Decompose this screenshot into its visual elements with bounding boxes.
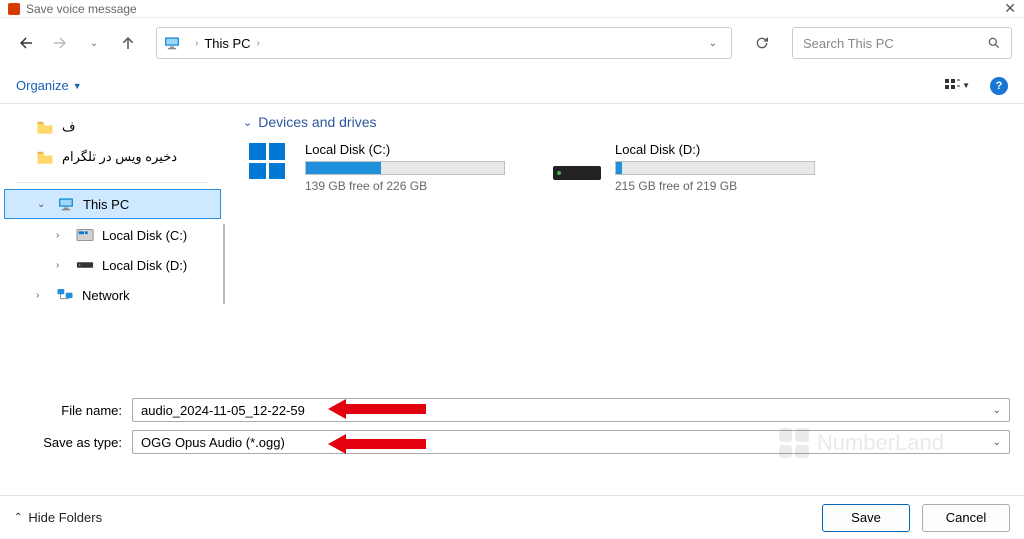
drive-free-text: 215 GB free of 219 GB [615, 179, 833, 193]
savetype-value: OGG Opus Audio (*.ogg) [141, 435, 285, 450]
hdd-drive-icon [553, 142, 601, 180]
savetype-select[interactable]: OGG Opus Audio (*.ogg) ⌄ [132, 430, 1010, 454]
save-button[interactable]: Save [822, 504, 910, 532]
drive-name: Local Disk (D:) [615, 142, 833, 157]
folder-item[interactable]: دخیره ویس در تلگرام [0, 142, 225, 172]
sidebar: ف دخیره ویس در تلگرام ⌄ This PC › Local … [0, 104, 225, 384]
recent-dropdown[interactable]: ⌄ [80, 29, 108, 57]
back-button[interactable] [12, 29, 40, 57]
chevron-right-icon[interactable]: › [251, 38, 266, 49]
sidebar-label: Local Disk (D:) [102, 258, 187, 273]
hide-folders-label: Hide Folders [28, 510, 102, 525]
forward-button[interactable] [46, 29, 74, 57]
drive-icon [76, 260, 94, 270]
sidebar-item-local-c[interactable]: › Local Disk (C:) [0, 220, 225, 250]
chevron-down-icon[interactable]: ⌄ [993, 437, 1001, 448]
section-title: Devices and drives [258, 114, 376, 130]
toolbar: Organize ▼ ▼ ? [0, 68, 1024, 104]
hide-folders-button[interactable]: ⌃ Hide Folders [14, 510, 102, 525]
folder-icon [36, 150, 54, 164]
filename-input[interactable]: ⌄ [132, 398, 1010, 422]
breadcrumb-this-pc[interactable]: This PC [204, 36, 250, 51]
search-box[interactable]: Search This PC [792, 27, 1012, 59]
divider [16, 182, 209, 183]
chevron-down-icon[interactable]: ⌄ [993, 405, 1001, 416]
chevron-right-icon[interactable]: › [36, 290, 48, 301]
organize-menu[interactable]: Organize ▼ [16, 78, 82, 93]
address-dropdown-icon[interactable]: ⌄ [701, 38, 725, 49]
chevron-down-icon[interactable]: ⌄ [37, 199, 49, 210]
folder-label: ف [62, 119, 75, 135]
window-title: Save voice message [26, 2, 137, 16]
monitor-icon [57, 197, 75, 211]
cancel-button[interactable]: Cancel [922, 504, 1010, 532]
up-button[interactable] [114, 29, 142, 57]
close-icon[interactable]: ✕ [1004, 0, 1016, 17]
drive-item-c[interactable]: Local Disk (C:) 139 GB free of 226 GB [243, 142, 523, 193]
chevron-down-icon: ▼ [73, 81, 82, 91]
sidebar-label: Network [82, 288, 130, 303]
folder-item[interactable]: ف [0, 112, 225, 142]
chevron-down-icon: ▼ [962, 81, 970, 90]
save-fields: File name: ⌄ Save as type: OGG Opus Audi… [0, 392, 1024, 462]
drive-free-text: 139 GB free of 226 GB [305, 179, 523, 193]
folder-icon [36, 120, 54, 134]
storage-bar [305, 161, 505, 175]
navbar: ⌄ › This PC › ⌄ Search This PC [0, 18, 1024, 68]
drive-item-d[interactable]: Local Disk (D:) 215 GB free of 219 GB [553, 142, 833, 193]
monitor-icon [163, 36, 181, 50]
sidebar-item-this-pc[interactable]: ⌄ This PC [4, 189, 221, 219]
storage-bar [615, 161, 815, 175]
chevron-down-icon[interactable]: ⌄ [243, 116, 252, 129]
chevron-up-icon: ⌃ [14, 512, 22, 523]
filename-label: File name: [14, 403, 132, 418]
chevron-right-icon[interactable]: › [56, 260, 68, 271]
search-placeholder: Search This PC [803, 36, 894, 51]
app-icon [8, 3, 20, 15]
save-label: Save [851, 510, 881, 525]
content-pane: ⌄ Devices and drives Local Disk (C:) 139… [225, 104, 1024, 384]
savetype-label: Save as type: [14, 435, 132, 450]
network-icon [56, 288, 74, 302]
sidebar-item-local-d[interactable]: › Local Disk (D:) [0, 250, 225, 280]
help-button[interactable]: ? [990, 77, 1008, 95]
refresh-button[interactable] [746, 27, 778, 59]
windows-drive-icon [243, 142, 291, 180]
section-header[interactable]: ⌄ Devices and drives [243, 114, 1006, 130]
filename-text[interactable] [141, 403, 1001, 418]
chevron-right-icon[interactable]: › [56, 230, 68, 241]
view-options-button[interactable]: ▼ [944, 78, 970, 94]
cancel-label: Cancel [946, 510, 986, 525]
drive-icon [76, 228, 94, 242]
titlebar: Save voice message ✕ [0, 0, 1024, 18]
organize-label: Organize [16, 78, 69, 93]
folder-label: دخیره ویس در تلگرام [62, 149, 177, 165]
search-icon [987, 36, 1001, 50]
sidebar-label: This PC [83, 197, 129, 212]
address-bar[interactable]: › This PC › ⌄ [156, 27, 732, 59]
footer: ⌃ Hide Folders Save Cancel [0, 495, 1024, 539]
chevron-right-icon[interactable]: › [189, 38, 204, 49]
main-area: ف دخیره ویس در تلگرام ⌄ This PC › Local … [0, 104, 1024, 384]
sidebar-label: Local Disk (C:) [102, 228, 187, 243]
sidebar-item-network[interactable]: › Network [0, 280, 225, 310]
drive-name: Local Disk (C:) [305, 142, 523, 157]
